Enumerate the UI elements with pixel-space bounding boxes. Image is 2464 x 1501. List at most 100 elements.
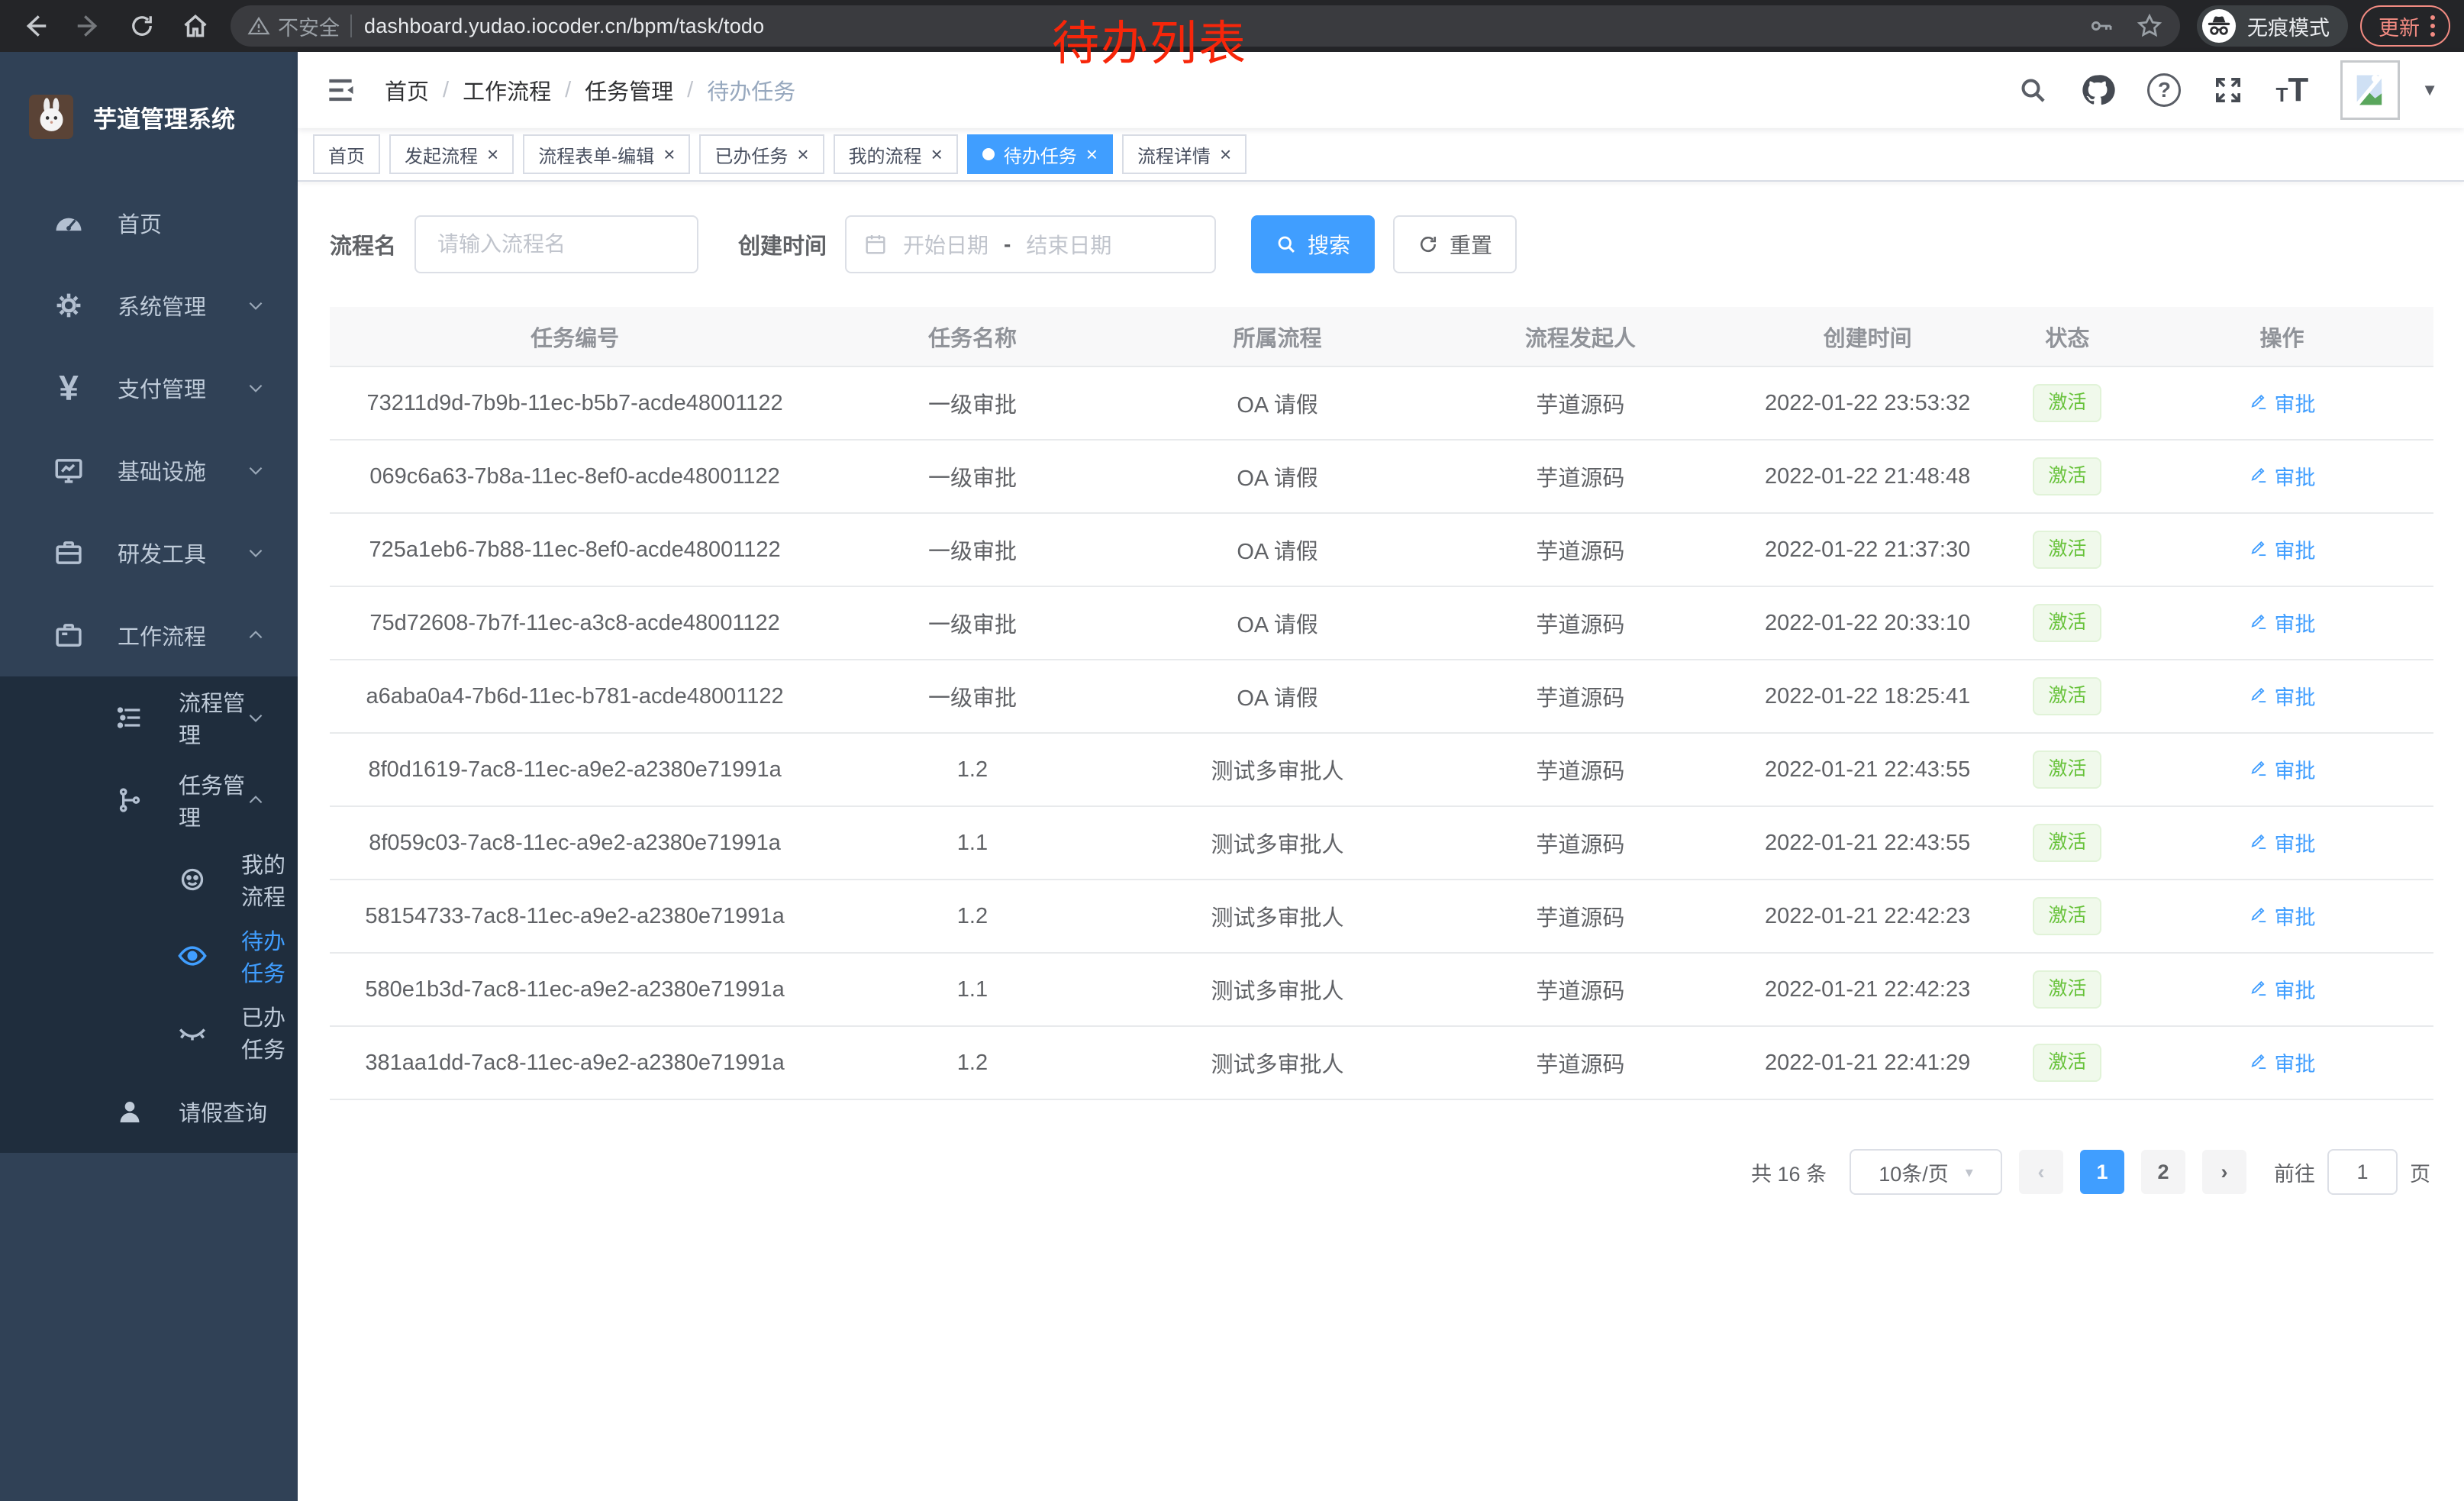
sidebar-item-infrastructure[interactable]: 基础设施: [0, 429, 298, 512]
update-label: 更新: [2379, 11, 2420, 41]
process-cell: 测试多审批人: [1125, 880, 1430, 953]
approve-button[interactable]: 审批: [2249, 828, 2316, 857]
edit-pen-icon: [2249, 832, 2269, 852]
action-cell: 审批: [2130, 880, 2433, 953]
tab-my-process[interactable]: 我的流程×: [834, 134, 958, 174]
starter-cell: 芋道源码: [1430, 513, 1730, 586]
fullscreen-icon[interactable]: [2213, 75, 2243, 105]
process-cell: OA 请假: [1125, 660, 1430, 733]
browser-menu-icon[interactable]: [2430, 15, 2435, 37]
close-icon[interactable]: ×: [1220, 144, 1231, 164]
col-create-time: 创建时间: [1730, 307, 2004, 366]
task-name-cell: 一级审批: [820, 660, 1125, 733]
incognito-label: 无痕模式: [2247, 11, 2330, 41]
sidebar-item-process-management[interactable]: 流程管理: [0, 676, 298, 759]
sidebar-item-payment[interactable]: ¥ 支付管理: [0, 347, 298, 429]
next-page-button[interactable]: ›: [2202, 1150, 2246, 1194]
task-id-cell: 58154733-7ac8-11ec-a9e2-a2380e71991a: [330, 880, 820, 953]
page-button-2[interactable]: 2: [2141, 1150, 2185, 1194]
sidebar-item-system[interactable]: 系统管理: [0, 264, 298, 347]
avatar-caret-icon[interactable]: ▼: [2421, 80, 2438, 100]
approve-button[interactable]: 审批: [2249, 1047, 2316, 1077]
task-id-cell: 381aa1dd-7ac8-11ec-a9e2-a2380e71991a: [330, 1026, 820, 1099]
avatar[interactable]: [2340, 60, 2400, 120]
sidebar-item-devtools[interactable]: 研发工具: [0, 512, 298, 594]
approve-button[interactable]: 审批: [2249, 754, 2316, 784]
page-button-1[interactable]: 1: [2080, 1150, 2124, 1194]
page-size-select[interactable]: 10条/页 ▾: [1850, 1149, 2002, 1195]
approve-button[interactable]: 审批: [2249, 608, 2316, 638]
browser-reload-button[interactable]: [121, 5, 163, 47]
tab-start-process[interactable]: 发起流程×: [389, 134, 514, 174]
starter-cell: 芋道源码: [1430, 733, 1730, 806]
key-icon[interactable]: [2088, 13, 2114, 39]
browser-home-button[interactable]: [174, 5, 217, 47]
status-badge: 激活: [2033, 604, 2101, 642]
task-name-cell: 1.2: [820, 1026, 1125, 1099]
close-icon[interactable]: ×: [487, 144, 498, 164]
close-icon[interactable]: ×: [931, 144, 943, 164]
font-size-icon[interactable]: TT: [2275, 76, 2308, 104]
help-icon[interactable]: ?: [2147, 73, 2181, 107]
sidebar-item-workflow[interactable]: 工作流程: [0, 594, 298, 676]
table-row: 725a1eb6-7b88-11ec-8ef0-acde48001122 一级审…: [330, 513, 2433, 586]
approve-button[interactable]: 审批: [2249, 681, 2316, 711]
sidebar-collapse-icon[interactable]: [324, 73, 357, 107]
prev-page-button[interactable]: ‹: [2019, 1150, 2063, 1194]
omnibox-divider: [350, 15, 352, 37]
search-button[interactable]: 搜索: [1251, 215, 1375, 273]
breadcrumb-task-management[interactable]: 任务管理: [585, 74, 673, 106]
close-icon[interactable]: ×: [1086, 144, 1098, 164]
create-time-cell: 2022-01-22 23:53:32: [1730, 366, 2004, 440]
tab-process-form-edit[interactable]: 流程表单-编辑×: [523, 134, 690, 174]
tab-done-task[interactable]: 已办任务×: [699, 134, 824, 174]
close-icon[interactable]: ×: [663, 144, 675, 164]
browser-forward-button[interactable]: [67, 5, 110, 47]
date-range-input[interactable]: 开始日期 - 结束日期: [845, 215, 1216, 273]
sidebar-item-task-management[interactable]: 任务管理: [0, 759, 298, 841]
close-icon[interactable]: ×: [797, 144, 808, 164]
breadcrumb-home[interactable]: 首页: [385, 74, 429, 106]
sidebar-logo[interactable]: 芋道管理系统: [0, 52, 298, 182]
breadcrumb-workflow[interactable]: 工作流程: [463, 74, 551, 106]
approve-button[interactable]: 审批: [2249, 461, 2316, 491]
sidebar-item-label: 请假查询: [179, 1096, 267, 1128]
sidebar-item-done-task[interactable]: 已办任务: [0, 994, 298, 1070]
edit-pen-icon: [2249, 612, 2269, 632]
create-time-cell: 2022-01-21 22:41:29: [1730, 1026, 2004, 1099]
starter-cell: 芋道源码: [1430, 660, 1730, 733]
bookmark-star-icon[interactable]: [2136, 12, 2163, 40]
sidebar-item-todo-task[interactable]: 待办任务: [0, 918, 298, 994]
task-id-cell: 725a1eb6-7b88-11ec-8ef0-acde48001122: [330, 513, 820, 586]
tab-todo-task[interactable]: 待办任务×: [967, 134, 1113, 174]
approve-button[interactable]: 审批: [2249, 901, 2316, 931]
tab-process-detail[interactable]: 流程详情×: [1122, 134, 1247, 174]
action-cell: 审批: [2130, 806, 2433, 880]
sidebar-item-my-process[interactable]: 我的流程: [0, 841, 298, 918]
sidebar-item-leave-query[interactable]: 请假查询: [0, 1070, 298, 1153]
search-icon[interactable]: [2017, 75, 2048, 105]
github-icon[interactable]: [2080, 73, 2115, 108]
approve-button[interactable]: 审批: [2249, 534, 2316, 564]
starter-cell: 芋道源码: [1430, 366, 1730, 440]
status-cell: 激活: [2004, 660, 2130, 733]
approve-button[interactable]: 审批: [2249, 388, 2316, 418]
approve-button[interactable]: 审批: [2249, 974, 2316, 1004]
action-cell: 审批: [2130, 586, 2433, 660]
sidebar-item-home[interactable]: 首页: [0, 182, 298, 264]
start-date-placeholder: 开始日期: [903, 229, 989, 260]
browser-back-button[interactable]: [14, 5, 56, 47]
reset-button[interactable]: 重置: [1393, 215, 1517, 273]
action-cell: 审批: [2130, 660, 2433, 733]
browser-update-button[interactable]: 更新: [2360, 5, 2450, 47]
status-badge: 激活: [2033, 1044, 2101, 1082]
app-logo-icon: [29, 95, 73, 139]
goto-page-input[interactable]: [2327, 1149, 2398, 1195]
task-id-cell: 069c6a63-7b8a-11ec-8ef0-acde48001122: [330, 440, 820, 513]
process-name-input[interactable]: [414, 215, 698, 273]
table-row: a6aba0a4-7b6d-11ec-b781-acde48001122 一级审…: [330, 660, 2433, 733]
toolbox-icon: [50, 534, 87, 571]
table-row: 75d72608-7b7f-11ec-a3c8-acde48001122 一级审…: [330, 586, 2433, 660]
task-name-cell: 1.2: [820, 733, 1125, 806]
tab-home[interactable]: 首页: [313, 134, 380, 174]
